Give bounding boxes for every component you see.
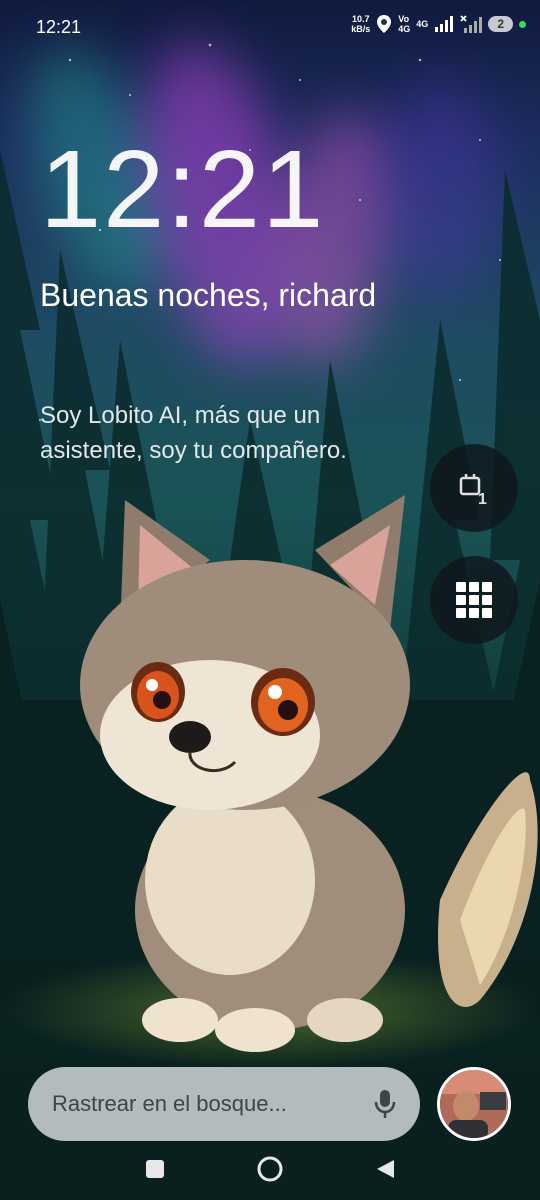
search-input[interactable]: Rastrear en el bosque... [52,1091,374,1117]
search-bar[interactable]: Rastrear en el bosque... [28,1067,420,1141]
microphone-icon[interactable] [374,1089,396,1119]
assistant-message: Soy Lobito AI, más que un asistente, soy… [40,402,347,464]
network-speed: 10.7 kB/s [351,14,371,34]
avatar-photo [440,1070,508,1138]
calendar-button[interactable]: 1 [430,444,518,532]
signal-strength-icon [435,16,454,32]
location-pin-icon [377,15,392,33]
status-bar: 12:21 10.7 kB/s Vo 4G 4G 2 [0,0,540,54]
active-dot-icon [519,20,526,28]
back-triangle-icon [377,1160,394,1178]
back-button[interactable] [370,1154,400,1184]
sim-badge: 2 [488,16,513,32]
greeting-text: Buenas noches, richard [40,277,377,313]
calendar-badge: 1 [478,491,487,506]
volte-label: Vo 4G [398,14,411,34]
calendar-icon: 1 [459,474,487,506]
home-circle-icon [257,1156,283,1182]
profile-avatar[interactable] [437,1067,511,1141]
status-time: 12:21 [36,17,82,37]
apps-grid-icon [456,582,492,618]
recents-button[interactable] [140,1154,170,1184]
lock-screen: 12:21 10.7 kB/s Vo 4G 4G 2 12:21 Buenas … [0,0,540,1200]
recents-square-icon [146,1160,164,1178]
no-signal-icon [460,15,483,33]
lock-clock: 12:21 [40,128,326,251]
apps-button[interactable] [430,556,518,644]
home-button[interactable] [255,1154,285,1184]
status-icons: 10.7 kB/s Vo 4G 4G 2 [351,14,526,34]
network-type-label: 4G [416,19,429,29]
navigation-bar [0,1140,540,1200]
